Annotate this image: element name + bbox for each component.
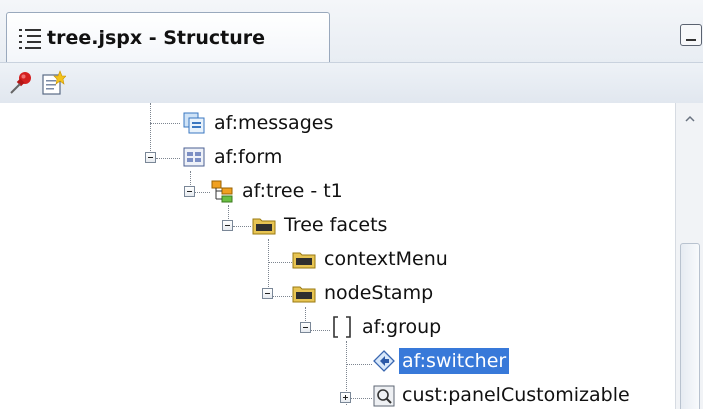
tree-node-label: af:form: [214, 146, 283, 168]
group-brackets-icon: [333, 316, 351, 338]
tree-icon: [211, 180, 233, 203]
folder-icon: [292, 286, 316, 303]
tree-node-af-switcher[interactable]: af:switcher: [0, 344, 675, 378]
minimize-icon: [686, 39, 696, 41]
form-icon: [183, 147, 205, 167]
tree-node-label: contextMenu: [324, 248, 448, 270]
tree-node-label: af:switcher: [399, 348, 510, 374]
tree-node-label: af:messages: [214, 112, 334, 134]
edit-document-icon[interactable]: [40, 70, 66, 96]
collapse-toggle[interactable]: [145, 152, 156, 163]
pushpin-icon[interactable]: [8, 70, 34, 96]
tree-node-label: af:group: [362, 316, 442, 338]
collapse-toggle[interactable]: [262, 288, 273, 299]
panel-title: tree.jspx - Structure: [47, 27, 266, 49]
minimize-button[interactable]: [680, 24, 702, 46]
expand-toggle[interactable]: [340, 392, 351, 403]
tree-node-af-form[interactable]: af:form: [0, 140, 675, 174]
collapse-toggle[interactable]: [184, 186, 195, 197]
structure-window: tree.jspx - Structure af:messages af:for…: [0, 0, 703, 409]
tree-node-af-group[interactable]: af:group: [0, 310, 675, 344]
tab-structure[interactable]: tree.jspx - Structure: [6, 12, 330, 63]
panel-customizable-icon: [373, 385, 395, 407]
tree-node-af-tree[interactable]: af:tree - t1: [0, 174, 675, 208]
collapse-toggle[interactable]: [222, 220, 233, 231]
tree-node-tree-facets[interactable]: Tree facets: [0, 208, 675, 242]
tab-strip: tree.jspx - Structure: [0, 0, 703, 63]
toolbar: [0, 62, 703, 104]
tree-node-af-messages[interactable]: af:messages: [0, 106, 675, 140]
tree-node-context-menu[interactable]: contextMenu: [0, 242, 675, 276]
tree-node-label: af:tree - t1: [242, 180, 343, 202]
structure-list-icon: [19, 29, 41, 49]
tree-node-label: Tree facets: [284, 214, 388, 236]
tree-node-cust-panel-customizable[interactable]: cust:panelCustomizable: [0, 378, 675, 409]
folder-icon: [292, 252, 316, 269]
switcher-diamond-icon: [373, 350, 395, 372]
folder-icon: [252, 218, 276, 235]
scroll-up-arrow-icon[interactable]: [684, 113, 696, 125]
tree-node-node-stamp[interactable]: nodeStamp: [0, 276, 675, 310]
tree-node-label: nodeStamp: [324, 282, 434, 304]
collapse-toggle[interactable]: [300, 322, 311, 333]
messages-icon: [183, 112, 205, 134]
scrollbar-thumb[interactable]: [680, 243, 700, 409]
vertical-scrollbar[interactable]: [675, 103, 703, 409]
structure-tree[interactable]: af:messages af:form af:tree - t1 Tree fa…: [0, 103, 675, 409]
tree-node-label: cust:panelCustomizable: [402, 384, 630, 406]
